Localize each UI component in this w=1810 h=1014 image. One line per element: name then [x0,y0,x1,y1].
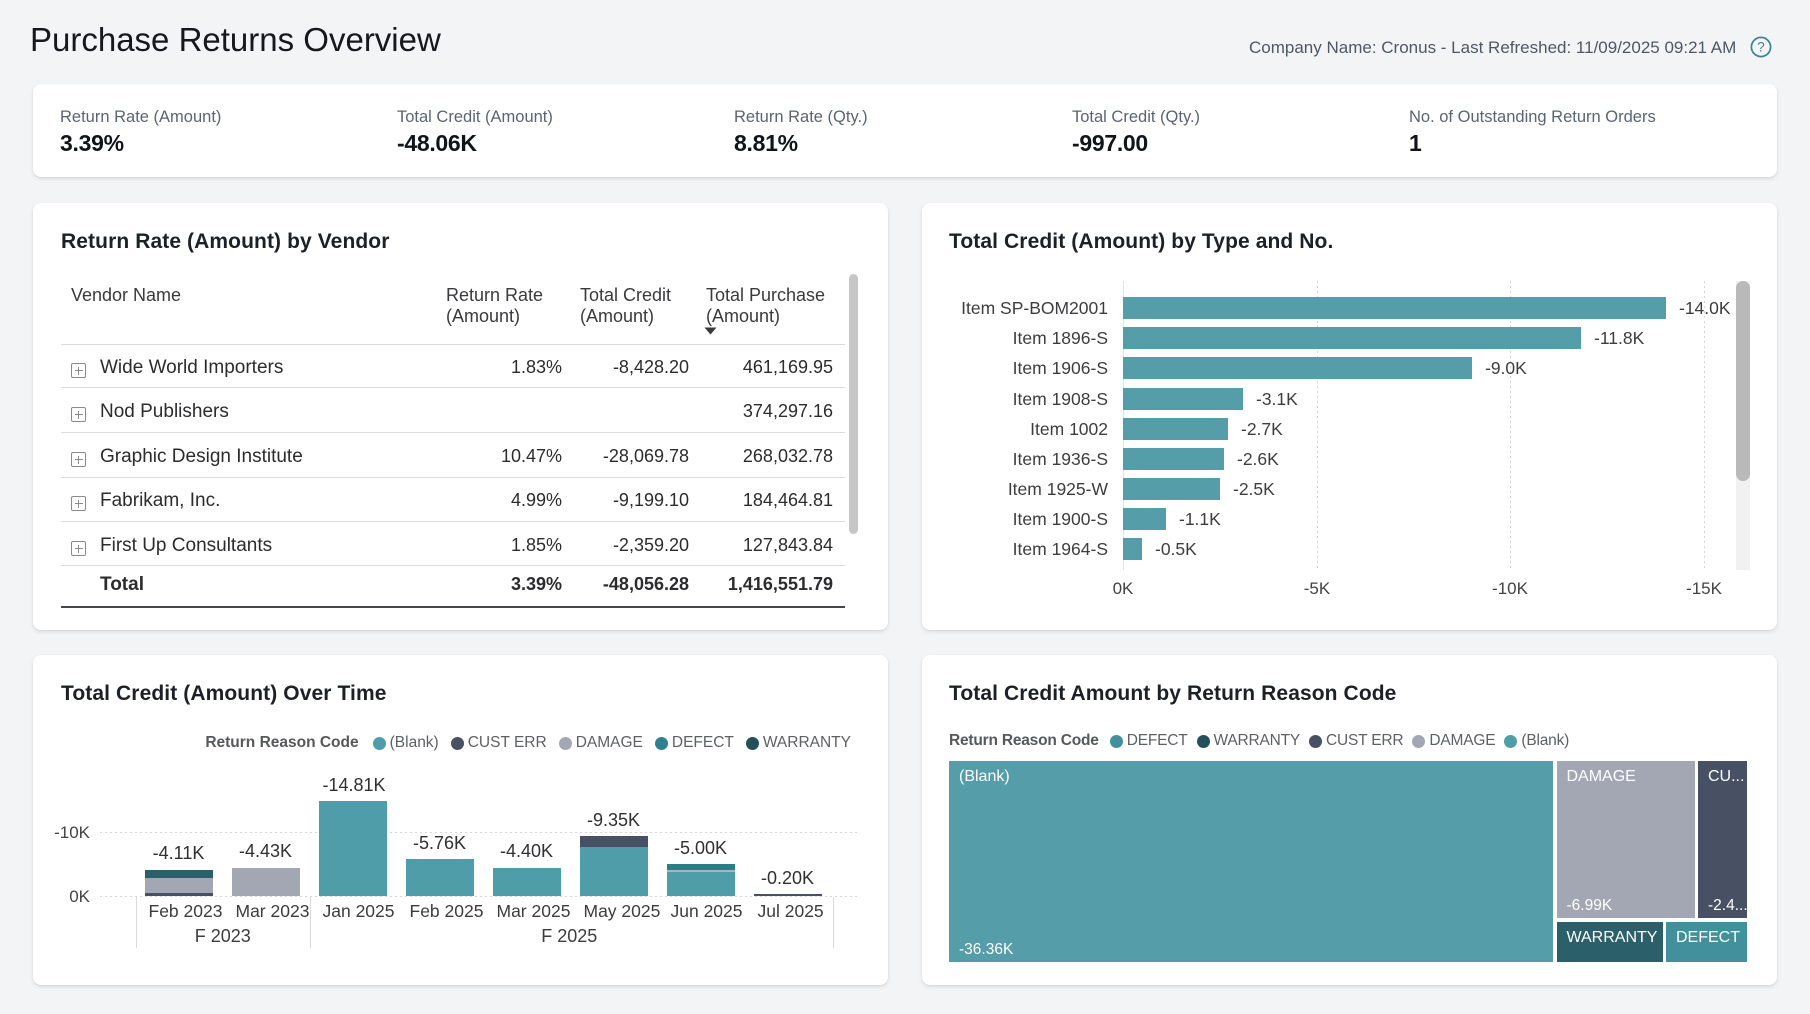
svg-text:?: ? [1757,40,1765,55]
